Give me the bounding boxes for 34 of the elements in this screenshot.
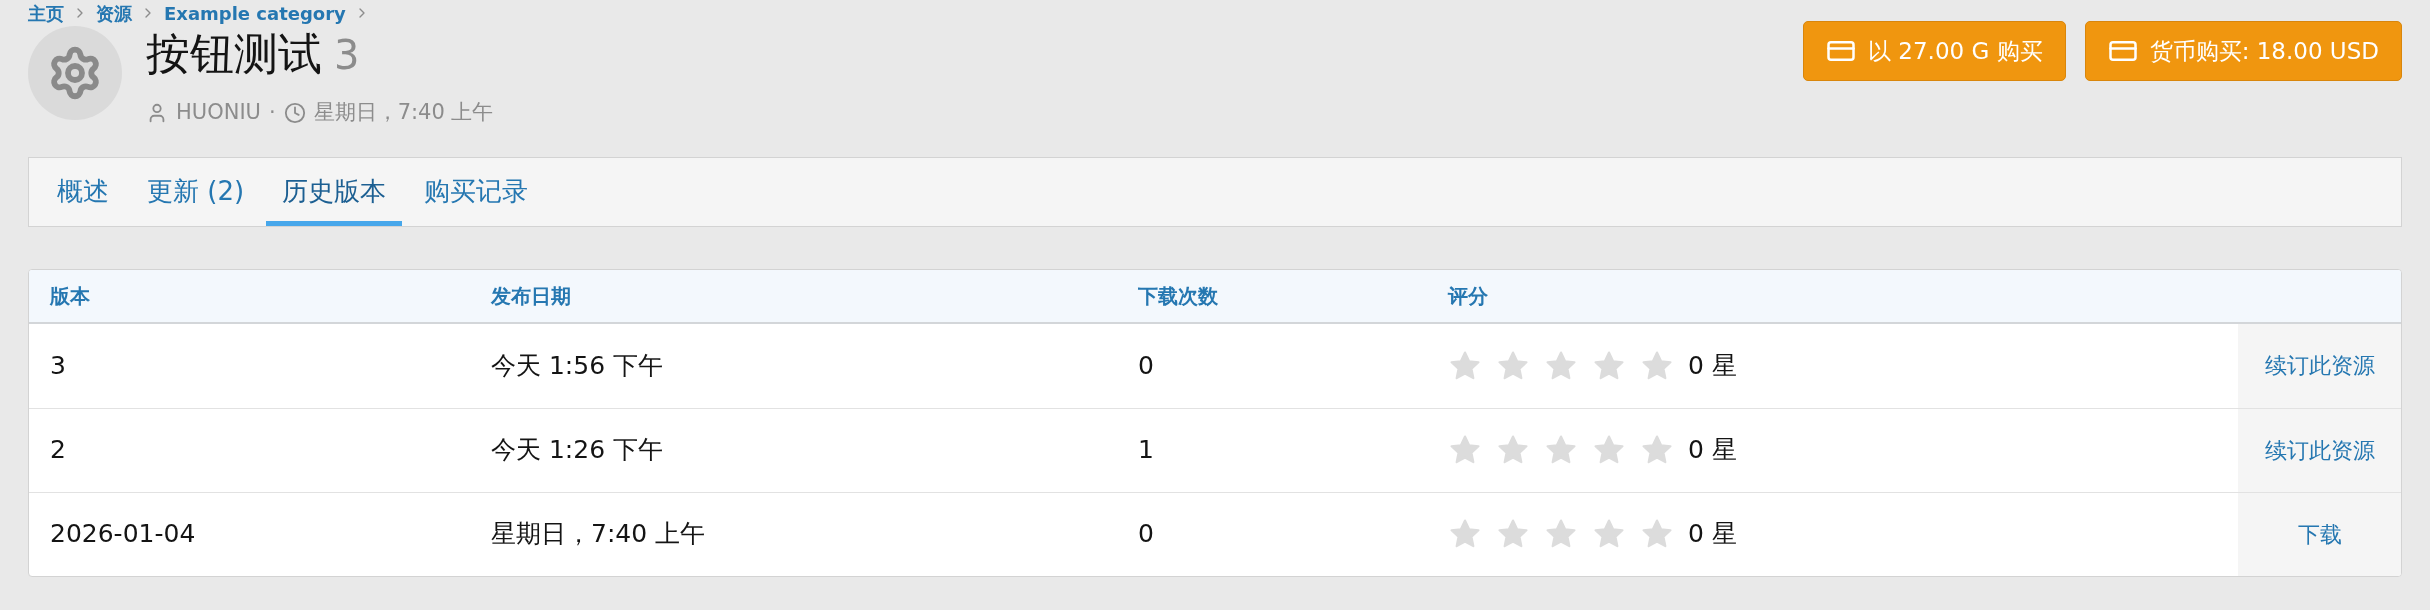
row-action-link[interactable]: 续订此资源 [2264,433,2375,467]
column-header: 评分 [1448,282,1489,310]
version-number: 3 [334,31,360,80]
column-header: 下载次数 [1138,282,1219,310]
table-cell-text: 星期日，7:40 上午 [491,518,707,551]
table-cell-text: 2 [49,434,67,467]
table-cell-text: 3 [49,349,67,382]
table-cell-text: 今天 1:26 下午 [491,434,665,467]
author-link[interactable]: HUONIU [176,97,261,129]
separator: · [268,99,276,126]
tab[interactable]: 历史版本 [266,157,403,226]
rating-text: 0 星 [1688,518,1737,551]
tab[interactable]: 更新 (2) [131,157,261,226]
table-cell-text: 0 [1138,349,1155,382]
column-header: 发布日期 [491,282,572,310]
rating-text: 0 星 [1688,349,1737,382]
clock-icon [283,101,306,124]
rating-text: 0 星 [1688,434,1737,467]
page-title: 按钮测试 [146,27,322,81]
tab[interactable]: 购买记录 [408,157,545,226]
buy-button[interactable]: 以 27.00 G 购买 [1803,21,2066,81]
table-cell-text: 0 [1138,518,1155,551]
column-header: 版本 [49,282,91,310]
publish-date: 星期日，7:40 上午 [313,99,494,126]
breadcrumb-link[interactable]: 主页 [28,0,64,27]
table-cell-text: 2026-01-04 [49,518,197,551]
table-cell-text: 今天 1:56 下午 [491,349,665,382]
breadcrumb-link[interactable]: 资源 [96,0,132,27]
breadcrumb-link[interactable]: Example category [164,0,346,27]
table-cell-text: 1 [1138,434,1155,467]
buy-button[interactable]: 货币购买: 18.00 USD [2084,21,2402,81]
row-action-link[interactable]: 下载 [2297,517,2342,551]
tab[interactable]: 概述 [41,157,125,226]
row-action-link[interactable]: 续订此资源 [2264,349,2375,382]
